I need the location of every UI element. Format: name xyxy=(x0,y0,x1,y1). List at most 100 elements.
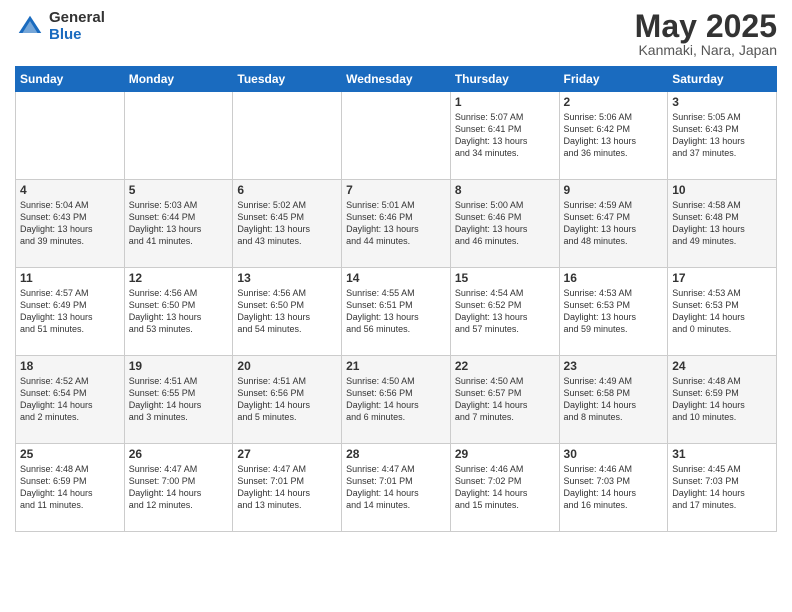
day-info: Sunrise: 4:45 AM Sunset: 7:03 PM Dayligh… xyxy=(672,463,772,512)
day-info: Sunrise: 4:53 AM Sunset: 6:53 PM Dayligh… xyxy=(672,287,772,336)
day-header-sunday: Sunday xyxy=(16,67,125,92)
calendar-cell: 5Sunrise: 5:03 AM Sunset: 6:44 PM Daylig… xyxy=(124,180,233,268)
calendar-cell: 3 Sunrise: 5:05 AM Sunset: 6:43 PM Daylig… xyxy=(668,92,777,180)
calendar-week-1: 1 Sunrise: 5:07 AM Sunset: 6:41 PM Daylig… xyxy=(16,92,777,180)
day-number: 25 xyxy=(20,447,120,461)
day-info: Sunrise: 4:52 AM Sunset: 6:54 PM Dayligh… xyxy=(20,375,120,424)
day-info: Sunrise: 4:57 AM Sunset: 6:49 PM Dayligh… xyxy=(20,287,120,336)
day-info: Sunrise: 4:46 AM Sunset: 7:03 PM Dayligh… xyxy=(564,463,664,512)
day-info: Sunrise: 4:56 AM Sunset: 6:50 PM Dayligh… xyxy=(129,287,229,336)
day-info: Sunrise: 4:47 AM Sunset: 7:01 PM Dayligh… xyxy=(346,463,446,512)
day-number: 4 xyxy=(20,183,120,197)
calendar-cell: 6Sunrise: 5:02 AM Sunset: 6:45 PM Daylig… xyxy=(233,180,342,268)
title-section: May 2025 Kanmaki, Nara, Japan xyxy=(635,10,777,58)
day-info: Sunrise: 4:47 AM Sunset: 7:00 PM Dayligh… xyxy=(129,463,229,512)
day-number: 22 xyxy=(455,359,555,373)
day-info: Sunrise: 4:48 AM Sunset: 6:59 PM Dayligh… xyxy=(20,463,120,512)
day-number: 30 xyxy=(564,447,664,461)
day-info: Sunrise: 5:02 AM Sunset: 6:45 PM Dayligh… xyxy=(237,199,337,248)
calendar-cell: 20Sunrise: 4:51 AM Sunset: 6:56 PM Dayli… xyxy=(233,356,342,444)
calendar-cell: 22 Sunrise: 4:50 AM Sunset: 6:57 PM Dayli… xyxy=(450,356,559,444)
day-number: 2 xyxy=(564,95,664,109)
calendar: SundayMondayTuesdayWednesdayThursdayFrid… xyxy=(15,66,777,532)
calendar-cell: 9 Sunrise: 4:59 AM Sunset: 6:47 PM Daylig… xyxy=(559,180,668,268)
day-info: Sunrise: 4:50 AM Sunset: 6:56 PM Dayligh… xyxy=(346,375,446,424)
calendar-cell: 1 Sunrise: 5:07 AM Sunset: 6:41 PM Daylig… xyxy=(450,92,559,180)
calendar-header-row: SundayMondayTuesdayWednesdayThursdayFrid… xyxy=(16,67,777,92)
calendar-cell: 23Sunrise: 4:49 AM Sunset: 6:58 PM Dayli… xyxy=(559,356,668,444)
calendar-cell: 31Sunrise: 4:45 AM Sunset: 7:03 PM Dayli… xyxy=(668,444,777,532)
day-info: Sunrise: 4:55 AM Sunset: 6:51 PM Dayligh… xyxy=(346,287,446,336)
logo: General Blue xyxy=(15,10,105,43)
day-header-friday: Friday xyxy=(559,67,668,92)
location: Kanmaki, Nara, Japan xyxy=(635,42,777,58)
day-info: Sunrise: 5:06 AM Sunset: 6:42 PM Dayligh… xyxy=(564,111,664,160)
day-number: 24 xyxy=(672,359,772,373)
day-header-thursday: Thursday xyxy=(450,67,559,92)
calendar-cell: 21 Sunrise: 4:50 AM Sunset: 6:56 PM Dayli… xyxy=(342,356,451,444)
calendar-cell: 27 Sunrise: 4:47 AM Sunset: 7:01 PM Dayli… xyxy=(233,444,342,532)
day-info: Sunrise: 4:56 AM Sunset: 6:50 PM Dayligh… xyxy=(237,287,337,336)
calendar-week-3: 11Sunrise: 4:57 AM Sunset: 6:49 PM Dayli… xyxy=(16,268,777,356)
day-number: 21 xyxy=(346,359,446,373)
day-info: Sunrise: 4:46 AM Sunset: 7:02 PM Dayligh… xyxy=(455,463,555,512)
day-number: 3 xyxy=(672,95,772,109)
calendar-cell: 26 Sunrise: 4:47 AM Sunset: 7:00 PM Dayli… xyxy=(124,444,233,532)
day-number: 14 xyxy=(346,271,446,285)
day-info: Sunrise: 5:07 AM Sunset: 6:41 PM Dayligh… xyxy=(455,111,555,160)
calendar-cell: 15 Sunrise: 4:54 AM Sunset: 6:52 PM Dayli… xyxy=(450,268,559,356)
day-number: 9 xyxy=(564,183,664,197)
day-number: 15 xyxy=(455,271,555,285)
day-number: 17 xyxy=(672,271,772,285)
calendar-cell: 29 Sunrise: 4:46 AM Sunset: 7:02 PM Dayli… xyxy=(450,444,559,532)
calendar-cell: 16 Sunrise: 4:53 AM Sunset: 6:53 PM Dayli… xyxy=(559,268,668,356)
day-info: Sunrise: 4:53 AM Sunset: 6:53 PM Dayligh… xyxy=(564,287,664,336)
day-number: 28 xyxy=(346,447,446,461)
day-info: Sunrise: 4:54 AM Sunset: 6:52 PM Dayligh… xyxy=(455,287,555,336)
day-header-saturday: Saturday xyxy=(668,67,777,92)
calendar-cell: 17 Sunrise: 4:53 AM Sunset: 6:53 PM Dayli… xyxy=(668,268,777,356)
logo-blue: Blue xyxy=(49,27,105,44)
day-number: 1 xyxy=(455,95,555,109)
calendar-cell xyxy=(16,92,125,180)
calendar-cell: 2 Sunrise: 5:06 AM Sunset: 6:42 PM Daylig… xyxy=(559,92,668,180)
day-info: Sunrise: 4:47 AM Sunset: 7:01 PM Dayligh… xyxy=(237,463,337,512)
day-info: Sunrise: 4:59 AM Sunset: 6:47 PM Dayligh… xyxy=(564,199,664,248)
day-number: 8 xyxy=(455,183,555,197)
calendar-cell: 30 Sunrise: 4:46 AM Sunset: 7:03 PM Dayli… xyxy=(559,444,668,532)
calendar-week-2: 4Sunrise: 5:04 AM Sunset: 6:43 PM Daylig… xyxy=(16,180,777,268)
calendar-cell: 28 Sunrise: 4:47 AM Sunset: 7:01 PM Dayli… xyxy=(342,444,451,532)
calendar-cell: 14 Sunrise: 4:55 AM Sunset: 6:51 PM Dayli… xyxy=(342,268,451,356)
calendar-cell: 7Sunrise: 5:01 AM Sunset: 6:46 PM Daylig… xyxy=(342,180,451,268)
day-info: Sunrise: 5:00 AM Sunset: 6:46 PM Dayligh… xyxy=(455,199,555,248)
day-info: Sunrise: 4:51 AM Sunset: 6:55 PM Dayligh… xyxy=(129,375,229,424)
day-number: 18 xyxy=(20,359,120,373)
day-info: Sunrise: 4:58 AM Sunset: 6:48 PM Dayligh… xyxy=(672,199,772,248)
day-number: 10 xyxy=(672,183,772,197)
calendar-cell: 11Sunrise: 4:57 AM Sunset: 6:49 PM Dayli… xyxy=(16,268,125,356)
day-number: 27 xyxy=(237,447,337,461)
calendar-cell xyxy=(124,92,233,180)
day-number: 29 xyxy=(455,447,555,461)
day-info: Sunrise: 5:03 AM Sunset: 6:44 PM Dayligh… xyxy=(129,199,229,248)
day-info: Sunrise: 5:05 AM Sunset: 6:43 PM Dayligh… xyxy=(672,111,772,160)
day-number: 26 xyxy=(129,447,229,461)
page: General Blue May 2025 Kanmaki, Nara, Jap… xyxy=(0,0,792,612)
logo-general: General xyxy=(49,10,105,27)
day-number: 13 xyxy=(237,271,337,285)
calendar-cell xyxy=(233,92,342,180)
day-info: Sunrise: 4:50 AM Sunset: 6:57 PM Dayligh… xyxy=(455,375,555,424)
calendar-cell: 4Sunrise: 5:04 AM Sunset: 6:43 PM Daylig… xyxy=(16,180,125,268)
calendar-week-4: 18 Sunrise: 4:52 AM Sunset: 6:54 PM Dayli… xyxy=(16,356,777,444)
day-header-monday: Monday xyxy=(124,67,233,92)
logo-icon xyxy=(15,12,45,42)
day-number: 19 xyxy=(129,359,229,373)
day-number: 16 xyxy=(564,271,664,285)
day-number: 12 xyxy=(129,271,229,285)
day-number: 23 xyxy=(564,359,664,373)
day-number: 7 xyxy=(346,183,446,197)
day-header-tuesday: Tuesday xyxy=(233,67,342,92)
calendar-cell: 25 Sunrise: 4:48 AM Sunset: 6:59 PM Dayli… xyxy=(16,444,125,532)
calendar-cell: 12 Sunrise: 4:56 AM Sunset: 6:50 PM Dayli… xyxy=(124,268,233,356)
calendar-week-5: 25 Sunrise: 4:48 AM Sunset: 6:59 PM Dayli… xyxy=(16,444,777,532)
